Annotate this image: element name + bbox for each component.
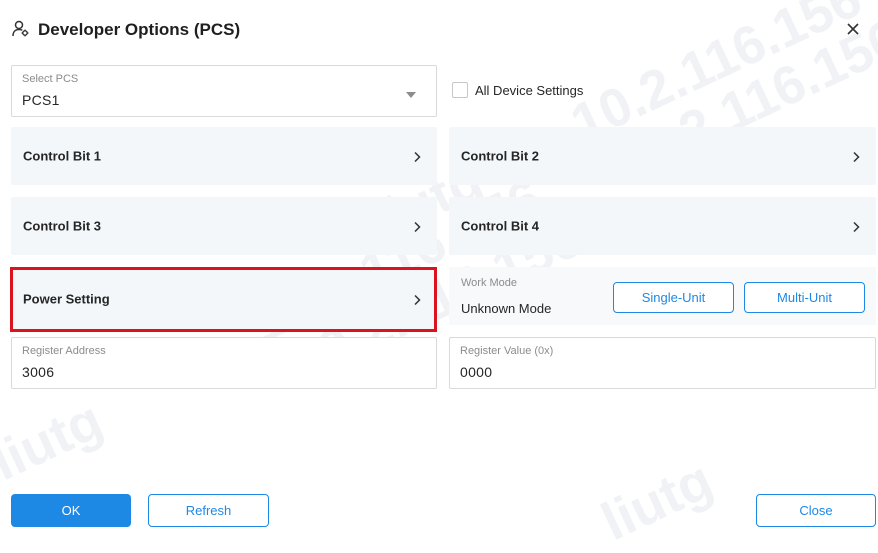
caret-down-icon bbox=[406, 92, 416, 98]
control-bit-3-panel[interactable]: Control Bit 3 bbox=[11, 197, 437, 255]
register-value-field[interactable]: Register Value (0x) 0000 bbox=[449, 337, 876, 389]
chevron-right-icon bbox=[850, 150, 862, 163]
control-bit-2-panel[interactable]: Control Bit 2 bbox=[449, 127, 876, 185]
user-settings-icon bbox=[12, 20, 30, 38]
close-icon[interactable] bbox=[842, 18, 864, 40]
multi-unit-button[interactable]: Multi-Unit bbox=[744, 282, 865, 313]
ok-button[interactable]: OK bbox=[11, 494, 131, 527]
chevron-right-icon bbox=[411, 150, 423, 163]
work-mode-value: Unknown Mode bbox=[461, 301, 552, 316]
watermark-text: liutg bbox=[592, 449, 722, 553]
close-button[interactable]: Close bbox=[756, 494, 876, 527]
panel-label: Power Setting bbox=[23, 291, 110, 307]
watermark-text: liutg bbox=[0, 389, 112, 493]
chevron-right-icon bbox=[411, 220, 423, 233]
register-address-value: 3006 bbox=[22, 364, 55, 380]
register-value-value: 0000 bbox=[460, 364, 493, 380]
select-pcs-label: Select PCS bbox=[22, 73, 79, 85]
panel-label: Control Bit 1 bbox=[23, 148, 101, 164]
panel-label: Control Bit 2 bbox=[461, 148, 539, 164]
all-device-settings-label: All Device Settings bbox=[475, 82, 584, 98]
dialog-title: Developer Options (PCS) bbox=[38, 20, 241, 39]
control-bit-4-panel[interactable]: Control Bit 4 bbox=[449, 197, 876, 255]
checkbox-box[interactable] bbox=[452, 82, 468, 98]
single-unit-button[interactable]: Single-Unit bbox=[613, 282, 734, 313]
work-mode-label: Work Mode bbox=[461, 277, 518, 289]
register-address-field[interactable]: Register Address 3006 bbox=[11, 337, 437, 389]
register-address-label: Register Address bbox=[22, 345, 106, 357]
control-bit-1-panel[interactable]: Control Bit 1 bbox=[11, 127, 437, 185]
chevron-right-icon bbox=[850, 220, 862, 233]
all-device-settings-checkbox[interactable]: All Device Settings bbox=[452, 80, 583, 100]
select-pcs-value: PCS1 bbox=[22, 92, 60, 108]
panel-label: Control Bit 4 bbox=[461, 218, 539, 234]
panel-label: Control Bit 3 bbox=[23, 218, 101, 234]
power-setting-panel[interactable]: Power Setting bbox=[11, 268, 437, 330]
dialog-header: Developer Options (PCS) bbox=[0, 0, 878, 62]
refresh-button[interactable]: Refresh bbox=[148, 494, 269, 527]
chevron-right-icon bbox=[411, 293, 423, 306]
register-value-label: Register Value (0x) bbox=[460, 345, 554, 357]
select-pcs-dropdown[interactable]: Select PCS PCS1 bbox=[11, 65, 437, 117]
